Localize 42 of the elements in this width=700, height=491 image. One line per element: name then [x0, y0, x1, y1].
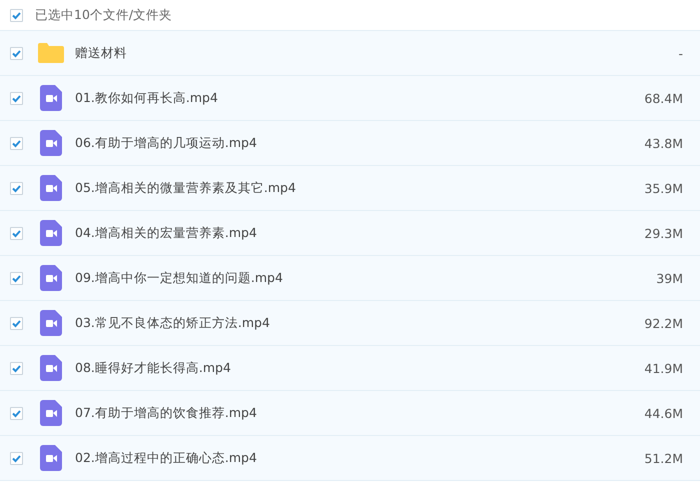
selection-count: 已选中10个文件/文件夹	[35, 6, 172, 24]
checkbox[interactable]	[10, 46, 23, 60]
file-size: 44.6M	[643, 406, 683, 420]
file-name[interactable]: 06.有助于增高的几项运动.mp4	[75, 134, 603, 152]
video-file-icon	[40, 310, 62, 336]
checkbox[interactable]	[10, 362, 23, 374]
checkbox[interactable]	[10, 316, 23, 330]
file-name[interactable]: 09.增高中你一定想知道的问题.mp4	[75, 270, 603, 286]
file-size: 39M	[655, 270, 683, 286]
checkbox[interactable]	[10, 8, 23, 22]
file-size: 29.3M	[643, 226, 683, 240]
file-size: -	[677, 46, 683, 60]
file-name[interactable]: 04.增高相关的宏量营养素.mp4	[75, 224, 603, 242]
file-name[interactable]: 05.增高相关的微量营养素及其它.mp4	[75, 180, 603, 196]
file-name[interactable]: 赠送材料	[75, 44, 603, 62]
file-size: 68.4M	[643, 90, 683, 106]
video-file-icon	[40, 355, 62, 381]
video-file-icon	[40, 130, 62, 156]
file-name[interactable]: 02.增高过程中的正确心态.mp4	[75, 450, 603, 466]
video-file-icon	[40, 220, 62, 246]
file-size: 51.2M	[643, 450, 683, 466]
folder-icon	[38, 43, 64, 63]
video-file-icon	[40, 265, 62, 291]
file-size: 35.9M	[643, 180, 683, 196]
checkbox[interactable]	[10, 136, 23, 150]
video-file-icon	[40, 85, 62, 111]
video-file-icon	[40, 445, 62, 471]
video-file-icon	[40, 400, 62, 426]
file-name[interactable]: 07.有助于增高的饮食推荐.mp4	[75, 404, 603, 422]
checkbox[interactable]	[10, 182, 23, 194]
file-size: 92.2M	[643, 316, 683, 330]
checkbox[interactable]	[10, 406, 23, 420]
video-file-icon	[40, 175, 62, 201]
file-name[interactable]: 03.常见不良体态的矫正方法.mp4	[75, 314, 603, 332]
checkbox[interactable]	[10, 92, 23, 104]
checkbox[interactable]	[10, 226, 23, 240]
checkbox[interactable]	[10, 272, 23, 284]
checkbox[interactable]	[10, 452, 23, 464]
file-name[interactable]: 01.教你如何再长高.mp4	[75, 90, 603, 106]
file-name[interactable]: 08.睡得好才能长得高.mp4	[75, 360, 603, 376]
file-size: 41.9M	[643, 360, 683, 376]
file-size: 43.8M	[643, 136, 683, 150]
